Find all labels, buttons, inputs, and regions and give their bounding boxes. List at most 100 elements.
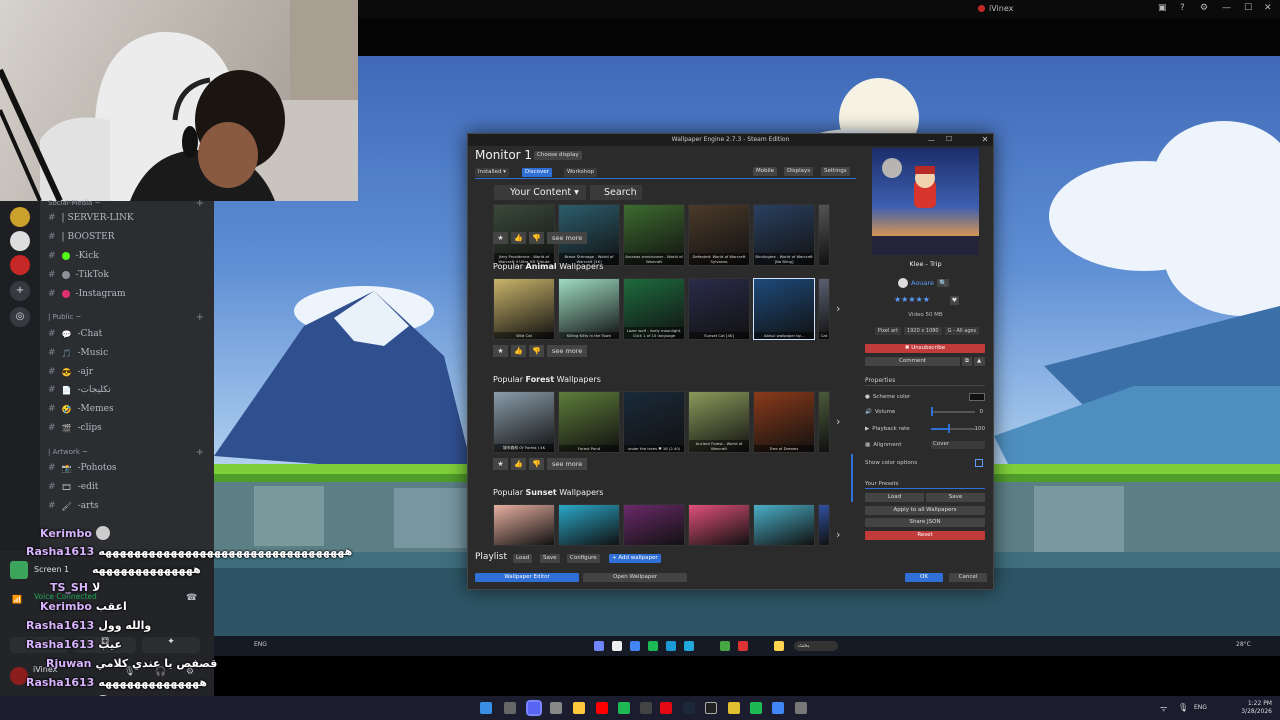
disconnect-icon[interactable]: ☎	[186, 593, 197, 603]
wallpaper-tag[interactable]: G - All ages	[944, 327, 980, 335]
wallpaper-thumbnail[interactable]	[818, 204, 830, 266]
tab-discover[interactable]: Discover	[522, 168, 552, 177]
language-indicator[interactable]: ENG	[1194, 704, 1207, 711]
copy-icon[interactable]: ⧉	[962, 357, 972, 366]
playlist-load-button[interactable]: Load	[513, 554, 533, 563]
channel-item[interactable]: # -Kick	[48, 251, 99, 261]
channel-item[interactable]: # | BOOSTER	[48, 232, 115, 242]
add-channel-icon[interactable]: +	[196, 198, 204, 209]
wifi-icon[interactable]: ᯤ	[1160, 703, 1167, 714]
explore-icon[interactable]: ◎	[10, 307, 30, 327]
playlist-configure-button[interactable]: Configure	[567, 554, 600, 563]
channel-item[interactable]: # | SERVER-LINK	[48, 213, 134, 223]
channel-item[interactable]: # 📄 -تكليجات	[48, 385, 111, 395]
channel-item[interactable]: # 💬 -Chat	[48, 329, 102, 339]
netflix-icon[interactable]	[660, 702, 672, 714]
help-icon[interactable]: ?	[1180, 3, 1185, 13]
unsubscribe-button[interactable]: ✖ Unsubscribe	[865, 344, 985, 353]
volume-slider[interactable]	[931, 411, 975, 413]
steam-icon[interactable]	[683, 702, 695, 714]
author-link[interactable]: Aouare	[911, 279, 934, 287]
chrome-icon[interactable]	[772, 702, 784, 714]
wallpaper-thumbnail[interactable]: Abisul wallpaper by...	[753, 278, 815, 340]
inner-minecraft-icon[interactable]	[720, 641, 730, 651]
displays-button[interactable]: Displays	[784, 167, 814, 176]
wallpaper-thumbnail[interactable]: Lazer wolf - lively moonlight. Click 1 o…	[623, 278, 685, 340]
channel-category[interactable]: Social-Media ~	[48, 199, 100, 207]
apply-all-button[interactable]: Apply to all Wallpapers	[865, 506, 985, 515]
maximize-icon[interactable]: ☐	[1244, 3, 1252, 13]
epic-icon[interactable]	[705, 702, 717, 714]
server-icon[interactable]	[10, 231, 30, 251]
camera-app-icon[interactable]	[640, 702, 652, 714]
playlist-save-button[interactable]: Save	[540, 554, 560, 563]
channel-item[interactable]: # 📸 -Pohotos	[48, 463, 117, 473]
next-arrow-icon[interactable]: ›	[836, 302, 840, 315]
thumb-down-icon[interactable]: 👎	[529, 345, 544, 357]
alignment-select[interactable]: Cover	[931, 441, 985, 449]
we-maximize-icon[interactable]: ☐	[946, 135, 952, 143]
inner-discord-icon[interactable]	[594, 641, 604, 651]
channel-item[interactable]: # 🖌 -arts	[48, 501, 99, 511]
clock-date[interactable]: 3/28/2026	[1222, 708, 1272, 715]
inner-folder-icon[interactable]	[774, 641, 784, 651]
wallpaper-thumbnail[interactable]	[493, 504, 555, 546]
close-icon[interactable]: ✕	[1264, 3, 1272, 13]
favorite-icon[interactable]: ★	[493, 345, 508, 357]
inner-steam-icon[interactable]	[684, 641, 694, 651]
rating-stars[interactable]: ★★★★★	[894, 295, 930, 304]
see-more-button[interactable]: see more	[547, 345, 588, 357]
screenshot-icon[interactable]: ▣	[1158, 3, 1167, 13]
add-wallpaper-button[interactable]: + Add wallpaper	[609, 554, 661, 563]
wallpaper-thumbnail[interactable]: Sunset Cat [4K]	[688, 278, 750, 340]
channel-item[interactable]: # 🎞 -edit	[48, 482, 98, 492]
preset-save-button[interactable]: Save	[926, 493, 985, 502]
add-channel-icon[interactable]: +	[196, 312, 204, 323]
we-minimize-icon[interactable]: —	[928, 136, 935, 144]
wallpaper-thumbnail[interactable]: Killing Kitty in the Town	[558, 278, 620, 340]
inner-spotify-icon[interactable]	[648, 641, 658, 651]
warning-icon[interactable]: ▲	[974, 357, 985, 366]
playback-slider-thumb[interactable]	[948, 424, 950, 433]
channel-item[interactable]: # 🤣 -Memes	[48, 404, 114, 414]
volume-slider-thumb[interactable]	[931, 407, 933, 416]
add-channel-icon[interactable]: +	[196, 447, 204, 458]
thumb-down-icon[interactable]: 👎	[529, 458, 544, 470]
discord-icon[interactable]	[526, 700, 542, 716]
channel-item[interactable]: # 😎 -ajr	[48, 367, 93, 377]
inner-chrome-icon[interactable]	[630, 641, 640, 651]
your-content-dropdown[interactable]: Your Content ▾	[494, 185, 586, 200]
spotify-icon[interactable]	[750, 702, 762, 714]
thumb-up-icon[interactable]: 👍	[511, 458, 526, 470]
task-view-icon[interactable]	[504, 702, 516, 714]
channel-item[interactable]: # 🎵 -Music	[48, 348, 108, 358]
ok-button[interactable]: OK	[905, 573, 943, 582]
wallpaper-thumbnail[interactable]: 城市森林 Of Forest / 4K	[493, 391, 555, 453]
server-icon[interactable]	[10, 207, 30, 227]
channel-category[interactable]: | Public ~	[48, 313, 81, 321]
wallpaper-thumbnail[interactable]: Forest Pond	[558, 391, 620, 453]
wallpaper-tag[interactable]: Pixel art	[874, 327, 902, 335]
clock-time[interactable]: 1:22 PM	[1222, 700, 1272, 707]
wallpaper-thumbnail[interactable]	[753, 504, 815, 546]
wallpaper-thumbnail[interactable]: under the trees ♥ 16 (2.40)	[623, 391, 685, 453]
mic-tray-icon[interactable]: 🎙	[1178, 703, 1188, 712]
thumb-up-icon[interactable]: 👍	[511, 232, 526, 244]
youtube-icon[interactable]	[596, 702, 608, 714]
folder-icon[interactable]	[573, 702, 585, 714]
we-close-icon[interactable]: ✕	[977, 134, 993, 146]
start-icon[interactable]	[480, 702, 492, 714]
channel-item[interactable]: # -TikTok	[48, 270, 109, 280]
tab-installed[interactable]: Installed ▾	[475, 168, 509, 177]
wallpaper-thumbnail[interactable]	[558, 504, 620, 546]
cancel-button[interactable]: Cancel	[949, 573, 987, 582]
inner-explorer-icon[interactable]	[612, 641, 622, 651]
search-button[interactable]: Search	[590, 185, 642, 200]
wallpaper-thumbnail[interactable]	[818, 391, 830, 453]
settings-app-icon[interactable]	[795, 702, 807, 714]
wallpaper-thumbnail[interactable]: Arcanas windrunner - World of Warcraft	[623, 204, 685, 266]
share-json-button[interactable]: Share JSON	[865, 518, 985, 527]
favorite-icon[interactable]: ★	[493, 232, 508, 244]
wallpaper-thumbnail[interactable]	[623, 504, 685, 546]
inner-search-box[interactable]: بحث	[794, 641, 838, 651]
